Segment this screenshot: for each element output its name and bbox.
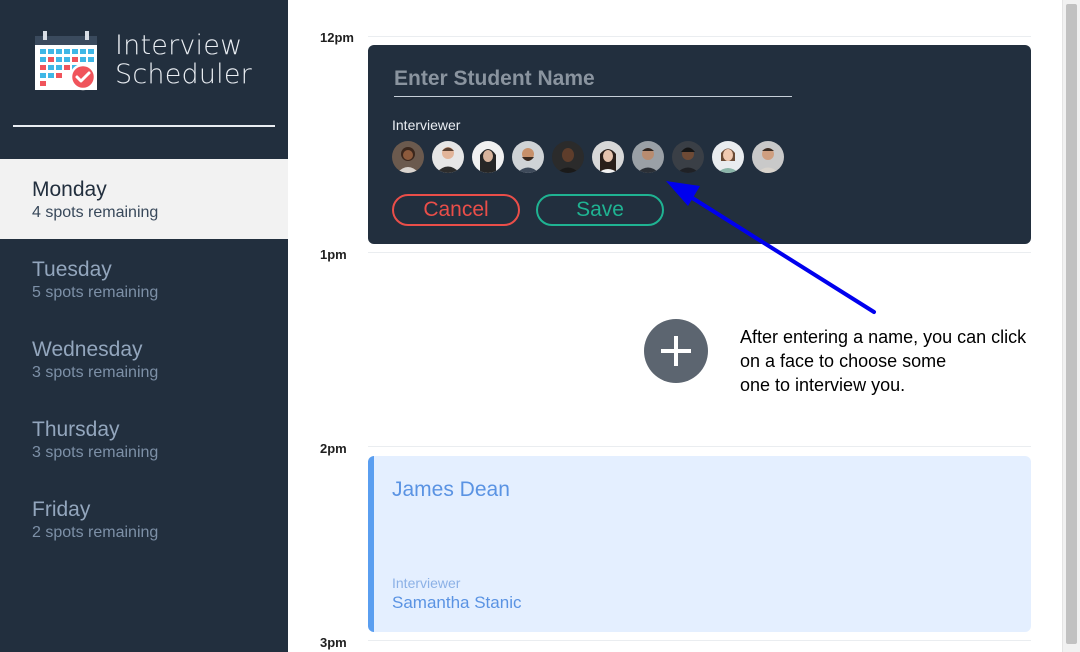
add-appointment-button[interactable] — [644, 319, 708, 383]
time-label-1pm: 1pm — [320, 247, 347, 262]
day-spots: 5 spots remaining — [32, 284, 159, 301]
time-label-3pm: 3pm — [320, 635, 347, 650]
time-label-12pm: 12pm — [320, 30, 354, 45]
hour-divider — [368, 252, 1031, 253]
day-name: Wednesday — [32, 338, 143, 361]
cancel-button[interactable]: Cancel — [392, 194, 520, 226]
hour-divider — [368, 446, 1031, 447]
appointment-student-name: James Dean — [392, 478, 510, 501]
interviewer-avatar[interactable] — [472, 141, 504, 173]
day-item-monday[interactable]: Monday 4 spots remaining — [0, 159, 288, 239]
hour-divider — [368, 640, 1031, 641]
day-spots: 3 spots remaining — [32, 364, 159, 381]
day-item-wednesday[interactable]: Wednesday 3 spots remaining — [0, 319, 288, 399]
plus-icon — [661, 336, 691, 366]
appointment-interviewer-label: Interviewer — [392, 575, 461, 591]
app-title: Interview Scheduler — [115, 31, 285, 89]
app-title-line2: Scheduler — [115, 59, 252, 90]
time-label-2pm: 2pm — [320, 441, 347, 456]
annotation-line: After entering a name, you can click — [740, 327, 1027, 347]
interviewer-label: Interviewer — [392, 117, 461, 133]
interviewer-avatar[interactable] — [592, 141, 624, 173]
appointment-interviewer-name: Samantha Stanic — [392, 593, 522, 612]
annotation-line: one to interview you. — [740, 375, 906, 395]
appointment-form: Interviewer Cancel S — [368, 45, 1031, 244]
interviewer-avatar[interactable] — [512, 141, 544, 173]
interviewer-list — [392, 141, 784, 175]
interviewer-avatar[interactable] — [552, 141, 584, 173]
day-item-friday[interactable]: Friday 2 spots remaining — [0, 479, 288, 559]
save-button[interactable]: Save — [536, 194, 664, 226]
day-item-tuesday[interactable]: Tuesday 5 spots remaining — [0, 239, 288, 319]
appointment-card: James Dean Interviewer Samantha Stanic — [368, 456, 1031, 632]
scrollbar-thumb[interactable] — [1066, 4, 1077, 644]
sidebar: Interview Scheduler Monday 4 spots remai… — [0, 0, 288, 652]
calendar-check-icon — [35, 31, 97, 91]
interviewer-avatar[interactable] — [752, 141, 784, 173]
sidebar-divider — [13, 125, 275, 127]
hour-divider — [368, 36, 1031, 37]
interviewer-avatar[interactable] — [632, 141, 664, 173]
day-name: Monday — [32, 178, 107, 201]
day-spots: 4 spots remaining — [32, 204, 159, 221]
day-item-thursday[interactable]: Thursday 3 spots remaining — [0, 399, 288, 479]
app-title-line1: Interview — [115, 30, 243, 61]
day-list: Monday 4 spots remaining Tuesday 5 spots… — [0, 159, 288, 559]
annotation-text: After entering a name, you can click on … — [740, 325, 1070, 397]
interviewer-avatar[interactable] — [392, 141, 424, 173]
day-spots: 3 spots remaining — [32, 444, 159, 461]
day-name: Friday — [32, 498, 91, 521]
day-name: Tuesday — [32, 258, 112, 281]
day-spots: 2 spots remaining — [32, 524, 159, 541]
interviewer-avatar[interactable] — [712, 141, 744, 173]
interviewer-avatar[interactable] — [672, 141, 704, 173]
student-name-input[interactable] — [394, 65, 792, 97]
scrollbar[interactable] — [1062, 0, 1080, 652]
interviewer-avatar[interactable] — [432, 141, 464, 173]
annotation-line: on a face to choose some — [740, 351, 947, 371]
day-name: Thursday — [32, 418, 120, 441]
